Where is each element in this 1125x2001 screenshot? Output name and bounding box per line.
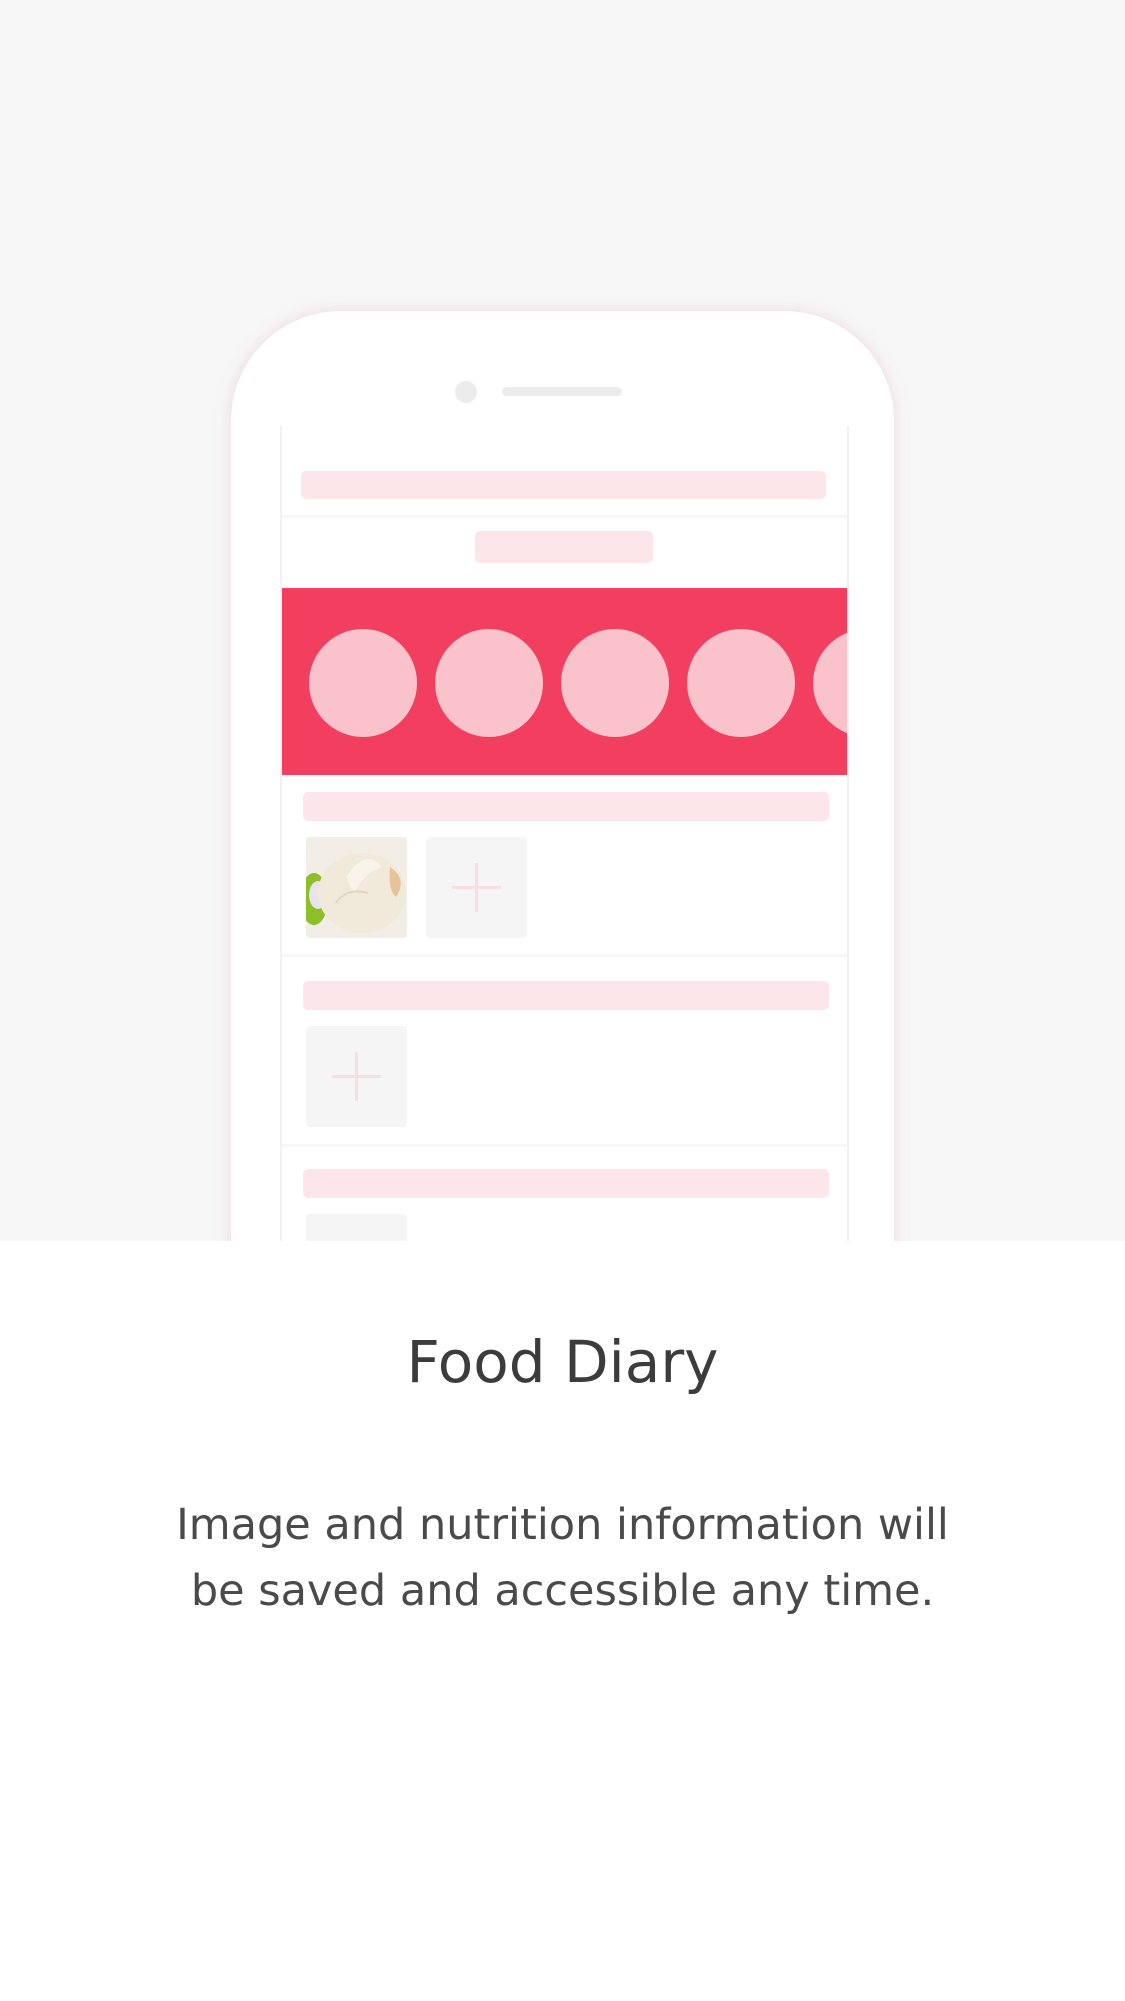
onboarding-title: Food Diary [406,1328,719,1396]
meal-label-placeholder [303,792,829,821]
plus-icon [452,863,501,912]
summary-banner [282,588,847,775]
nutrient-circle [687,629,795,737]
meal-label-placeholder [303,1169,829,1198]
nutrient-circle [813,629,847,737]
nutrient-circle [309,629,417,737]
phone-speaker [502,387,622,396]
top-text-placeholder [301,471,826,499]
meal-label-placeholder [303,981,829,1010]
add-photo-button[interactable] [306,1026,407,1127]
phone-illustration [231,311,894,1241]
onboarding-description: Image and nutrition information will be … [176,1500,949,1616]
meal-photo-tile[interactable] [306,837,407,938]
food-photo [306,837,407,938]
phone-screen [280,426,849,1241]
plus-icon [332,1052,381,1101]
add-photo-button[interactable] [306,1214,407,1241]
divider [282,515,847,518]
nutrient-circle [435,629,543,737]
illustration-area [0,0,1125,1241]
divider [282,1144,847,1147]
phone-camera [455,381,477,403]
divider [282,954,847,957]
add-photo-button[interactable] [426,837,527,938]
date-text-placeholder [475,531,653,563]
nutrient-circle [561,629,669,737]
